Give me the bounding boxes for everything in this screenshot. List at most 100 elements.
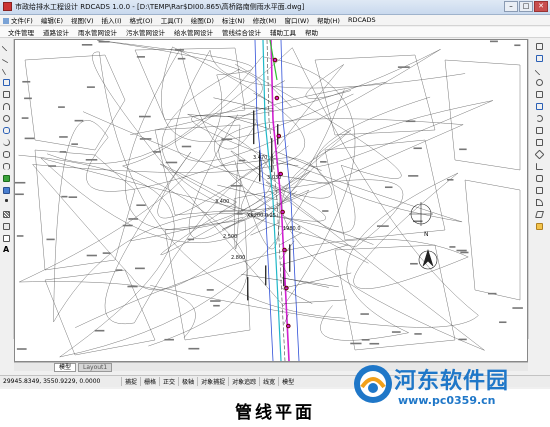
- mirror-icon[interactable]: [534, 65, 545, 76]
- minimize-button[interactable]: –: [504, 1, 518, 12]
- map-annotation: [59, 136, 68, 138]
- copy-icon[interactable]: [536, 55, 543, 62]
- map-annotation: [22, 80, 31, 83]
- ribbon-pipeline-design[interactable]: 管线综合设计: [222, 27, 261, 37]
- tab-layout1[interactable]: Layout1: [78, 362, 113, 372]
- construction-line-icon[interactable]: [1, 53, 12, 64]
- otrack-toggle[interactable]: 对象追踪: [228, 377, 259, 386]
- map-annotation: [230, 185, 242, 187]
- offset-icon[interactable]: [536, 79, 543, 86]
- model-toggle[interactable]: 模型: [278, 377, 297, 386]
- ribbon-sewage-design[interactable]: 污水管网设计: [126, 27, 165, 37]
- menu-tools[interactable]: 工具(T): [161, 15, 183, 25]
- line-icon[interactable]: [1, 41, 12, 52]
- map-annotation: [512, 307, 523, 309]
- osnap-toggle[interactable]: 对象捕捉: [197, 377, 228, 386]
- close-button[interactable]: ✕: [534, 1, 548, 12]
- circle-icon[interactable]: [3, 115, 10, 122]
- map-annotation: [94, 329, 105, 332]
- chamfer-icon[interactable]: [535, 211, 544, 218]
- lineweight-toggle[interactable]: 线宽: [259, 377, 278, 386]
- parcel-boundary: [34, 149, 136, 271]
- menu-file[interactable]: 文件(F): [3, 15, 33, 25]
- map-annotation: [213, 304, 220, 307]
- menu-window[interactable]: 窗口(W): [284, 15, 309, 25]
- menu-edit[interactable]: 编辑(E): [41, 15, 63, 25]
- map-annotation: [236, 213, 243, 215]
- map-annotation: [221, 138, 233, 141]
- menu-modify[interactable]: 修改(M): [253, 15, 277, 25]
- map-annotation: [46, 238, 55, 241]
- ribbon-help[interactable]: 帮助: [305, 27, 318, 37]
- map-annotation: [139, 138, 152, 140]
- text-icon[interactable]: A: [3, 245, 9, 254]
- revision-cloud-icon[interactable]: [3, 127, 10, 134]
- map-annotation: [514, 44, 521, 47]
- drawing-label: 3.400: [215, 199, 229, 205]
- ribbon-file-management[interactable]: 文件管理: [8, 27, 34, 37]
- menu-help[interactable]: 帮助(H): [317, 15, 340, 25]
- point-icon[interactable]: [5, 199, 8, 202]
- leader-line: [272, 80, 285, 88]
- menu-insert[interactable]: 插入(I): [102, 15, 122, 25]
- polyline-icon[interactable]: [1, 65, 12, 76]
- parcel-boundary: [24, 54, 126, 151]
- fillet-icon[interactable]: [536, 199, 543, 206]
- menu-format[interactable]: 格式(O): [130, 15, 153, 25]
- ribbon-water-supply-design[interactable]: 给水管网设计: [174, 27, 213, 37]
- map-annotation: [85, 159, 98, 161]
- table-icon[interactable]: [3, 235, 10, 242]
- app-icon: [3, 2, 12, 11]
- ortho-toggle[interactable]: 正交: [159, 377, 178, 386]
- watermark-url: www.pc0359.cn: [398, 394, 496, 407]
- ellipse-icon[interactable]: [3, 151, 10, 158]
- trim-icon[interactable]: [534, 149, 545, 160]
- map-annotation: [369, 342, 380, 345]
- map-annotation: [127, 285, 138, 288]
- map-annotation: [68, 196, 78, 198]
- menu-dimension[interactable]: 标注(N): [222, 15, 245, 25]
- rotate-icon[interactable]: [536, 115, 543, 122]
- manhole-symbol: [274, 95, 280, 101]
- array-icon[interactable]: [536, 91, 543, 98]
- leader-line: [283, 299, 347, 304]
- rectangle-icon[interactable]: [3, 91, 10, 98]
- map-annotation: [458, 338, 467, 341]
- map-annotation: [414, 333, 422, 335]
- menu-rdcads[interactable]: RDCADS: [348, 16, 376, 24]
- snap-toggle[interactable]: 捕捉: [121, 377, 140, 386]
- ribbon-road-design[interactable]: 道路设计: [43, 27, 69, 37]
- ribbon-aux-tools[interactable]: 辅助工具: [270, 27, 296, 37]
- stretch-icon[interactable]: [536, 139, 543, 146]
- ribbon-stormwater-design[interactable]: 雨水管网设计: [78, 27, 117, 37]
- hatch-icon[interactable]: [3, 211, 10, 218]
- move-icon[interactable]: [536, 103, 543, 110]
- map-annotation: [459, 148, 467, 151]
- polar-toggle[interactable]: 极轴: [178, 377, 197, 386]
- drawing-canvas[interactable]: 3.400 2.500 2.800 XK200,0.25 1980.0 3.470 3.03…: [14, 39, 528, 362]
- spline-icon[interactable]: [3, 139, 10, 146]
- grid-toggle[interactable]: 栅格: [140, 377, 159, 386]
- erase-icon[interactable]: [536, 43, 543, 50]
- tab-model[interactable]: 模型: [54, 362, 77, 372]
- scale-icon[interactable]: [536, 127, 543, 134]
- map-annotation: [408, 175, 419, 177]
- arc-icon[interactable]: [3, 103, 10, 110]
- insert-block-icon[interactable]: [3, 175, 10, 182]
- map-annotation: [177, 57, 186, 60]
- polygon-icon[interactable]: [3, 79, 10, 86]
- contour-line: [53, 120, 374, 323]
- make-block-icon[interactable]: [3, 187, 10, 194]
- menu-draw[interactable]: 绘图(D): [191, 15, 214, 25]
- extend-icon[interactable]: [536, 163, 543, 170]
- maximize-button[interactable]: □: [519, 1, 533, 12]
- explode-icon[interactable]: [536, 223, 543, 230]
- contour-line: [18, 118, 464, 358]
- region-icon[interactable]: [3, 223, 10, 230]
- map-annotation: [405, 120, 416, 123]
- ellipse-arc-icon[interactable]: [3, 163, 10, 170]
- break-icon[interactable]: [536, 175, 543, 182]
- menu-view[interactable]: 视图(V): [71, 15, 94, 25]
- map-annotation: [81, 44, 93, 46]
- join-icon[interactable]: [536, 187, 543, 194]
